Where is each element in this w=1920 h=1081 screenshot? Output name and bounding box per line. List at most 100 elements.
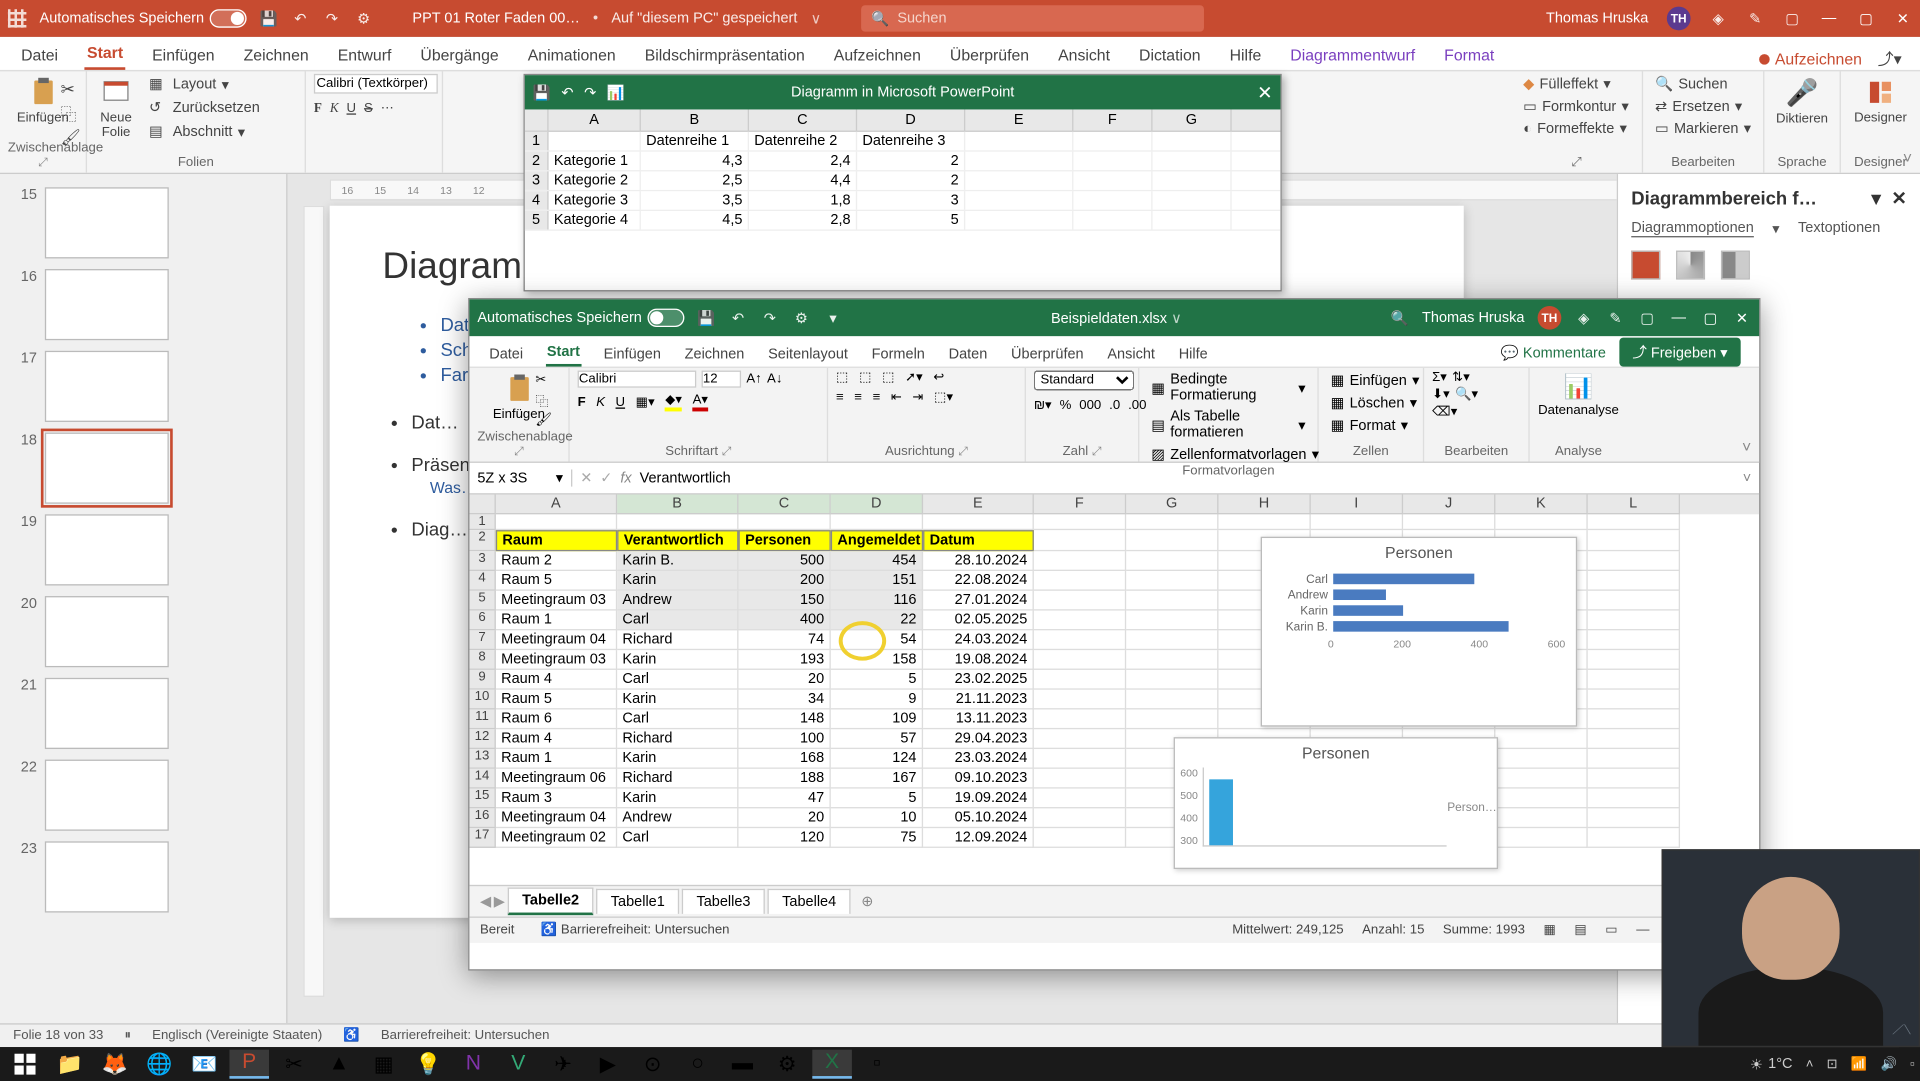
outline-button[interactable]: ▭Formkontur ▾ (1519, 96, 1634, 116)
minimize-button[interactable]: — (1820, 9, 1838, 27)
redo-icon[interactable]: ↷ (584, 84, 596, 101)
cell[interactable]: Raum 2 (496, 551, 617, 571)
italic-button[interactable]: K (330, 102, 339, 117)
cell[interactable]: 21.11.2023 (923, 690, 1034, 710)
underline-button[interactable]: U (347, 102, 357, 117)
cell[interactable]: 10 (831, 808, 923, 828)
row-header[interactable]: 2 (469, 530, 495, 551)
ribbon-tab-aufzeichnen[interactable]: Aufzeichnen (831, 41, 923, 70)
wrap-icon[interactable]: ↩ (933, 371, 944, 386)
zoom-out-icon[interactable]: — (1636, 923, 1649, 938)
save-icon[interactable]: 💾 (533, 84, 551, 101)
cell[interactable]: 5 (831, 670, 923, 690)
cell[interactable]: 9 (831, 690, 923, 710)
align-left-icon[interactable]: ≡ (836, 390, 844, 405)
cell[interactable]: 193 (738, 650, 830, 670)
search-icon[interactable]: 🔍 (1390, 309, 1408, 327)
cell[interactable] (1034, 709, 1126, 729)
cell[interactable] (1034, 769, 1126, 789)
data-analysis-button[interactable]: 📊 Datenanalyse (1538, 371, 1620, 421)
new-slide-button[interactable]: Neue Folie (95, 74, 137, 143)
cell[interactable] (1126, 530, 1218, 551)
column-header[interactable]: K (1495, 495, 1587, 515)
snip-icon[interactable]: ✂ (274, 1050, 314, 1079)
comments-button[interactable]: 💬 Kommentare (1501, 344, 1606, 361)
cell[interactable]: Raum 3 (496, 789, 617, 809)
cell[interactable] (1588, 749, 1680, 769)
align-bot-icon[interactable]: ⬚ (882, 371, 894, 386)
quick-icon[interactable]: ⚙ (792, 309, 810, 327)
cell[interactable] (1153, 152, 1232, 170)
cell[interactable]: 75 (831, 828, 923, 848)
window-icon[interactable]: ▢ (1638, 309, 1656, 327)
cell[interactable]: 500 (738, 551, 830, 571)
weather-widget[interactable]: ☀ 1°C (1750, 1056, 1793, 1073)
column-header[interactable]: D (857, 109, 965, 130)
cell[interactable]: 28.10.2024 (923, 551, 1034, 571)
cell[interactable] (1495, 828, 1587, 848)
size-props-icon[interactable] (1721, 251, 1750, 280)
cell[interactable] (1311, 514, 1403, 530)
cell[interactable]: 20 (738, 670, 830, 690)
slide-thumbnail[interactable] (45, 351, 169, 422)
cell[interactable]: 1,8 (749, 191, 857, 209)
number-format-select[interactable]: Standard (1034, 371, 1134, 391)
find-button[interactable]: 🔍Suchen (1651, 74, 1755, 94)
page-layout-icon[interactable]: ▤ (1574, 923, 1586, 938)
diamond-icon[interactable]: ◈ (1575, 309, 1593, 327)
cell[interactable]: 22.08.2024 (923, 571, 1034, 591)
cell[interactable] (1126, 630, 1218, 650)
excel-tab-überprüfen[interactable]: Überprüfen (1010, 343, 1085, 367)
cell[interactable]: 19.08.2024 (923, 650, 1034, 670)
slide-thumbnail[interactable] (45, 596, 169, 667)
cell[interactable] (1126, 709, 1218, 729)
chart-icon[interactable]: 📊 (607, 84, 625, 101)
chevron-down-icon[interactable]: ▾ (1872, 187, 1881, 209)
save-status[interactable]: Auf "diesem PC" gespeichert (611, 11, 797, 27)
shrink-font-icon[interactable]: A↓ (767, 372, 782, 387)
effects-icon[interactable] (1676, 251, 1705, 280)
copy-icon[interactable]: ⿻ (61, 103, 81, 125)
avatar[interactable]: TH (1667, 7, 1691, 31)
bold-button[interactable]: F (578, 395, 586, 410)
fill-color-icon[interactable]: ◆▾ (665, 393, 682, 411)
cell[interactable] (1126, 611, 1218, 631)
close-icon[interactable]: ✕ (1891, 187, 1906, 209)
cell[interactable]: 23.03.2024 (923, 749, 1034, 769)
cell[interactable] (1588, 690, 1680, 710)
cell[interactable]: 158 (831, 650, 923, 670)
cell[interactable] (1126, 571, 1218, 591)
cell[interactable]: Kategorie 2 (549, 171, 641, 189)
cell[interactable] (496, 514, 617, 530)
cell[interactable] (1588, 729, 1680, 749)
cell[interactable] (1126, 690, 1218, 710)
cut-icon[interactable]: ✂ (61, 79, 81, 100)
cell[interactable]: 3 (857, 191, 965, 209)
format-tab-chart-options[interactable]: Diagrammoptionen (1631, 220, 1754, 237)
format-cells-button[interactable]: ▦Format▾ (1327, 415, 1415, 435)
row-header[interactable]: 1 (525, 132, 549, 150)
cell[interactable]: 24.03.2024 (923, 630, 1034, 650)
tray-icon[interactable]: ⊡ (1827, 1057, 1838, 1072)
row-header[interactable]: 4 (469, 571, 495, 591)
cell[interactable]: 12.09.2024 (923, 828, 1034, 848)
header-cell[interactable]: Personen (738, 530, 830, 551)
header-cell[interactable]: Verantwortlich (617, 530, 738, 551)
orientation-icon[interactable]: ➚▾ (905, 371, 923, 386)
cell[interactable] (1073, 132, 1152, 150)
excel-tab-ansicht[interactable]: Ansicht (1106, 343, 1156, 367)
column-header[interactable]: E (965, 109, 1073, 130)
column-header[interactable]: A (496, 495, 617, 515)
excel-tab-einfügen[interactable]: Einfügen (602, 343, 662, 367)
percent-icon[interactable]: % (1060, 398, 1072, 413)
row-header[interactable]: 7 (469, 630, 495, 650)
cell[interactable] (965, 191, 1073, 209)
cell[interactable] (549, 132, 641, 150)
cell[interactable]: 4,4 (749, 171, 857, 189)
cell[interactable] (1588, 630, 1680, 650)
cell[interactable]: 2,8 (749, 211, 857, 229)
comma-icon[interactable]: 000 (1079, 398, 1101, 413)
cond-format-button[interactable]: ▦Bedingte Formatierung▾ (1147, 371, 1309, 405)
collapse-ribbon-icon[interactable]: ˅ (1903, 149, 1912, 167)
slide-thumbnail[interactable] (45, 841, 169, 912)
